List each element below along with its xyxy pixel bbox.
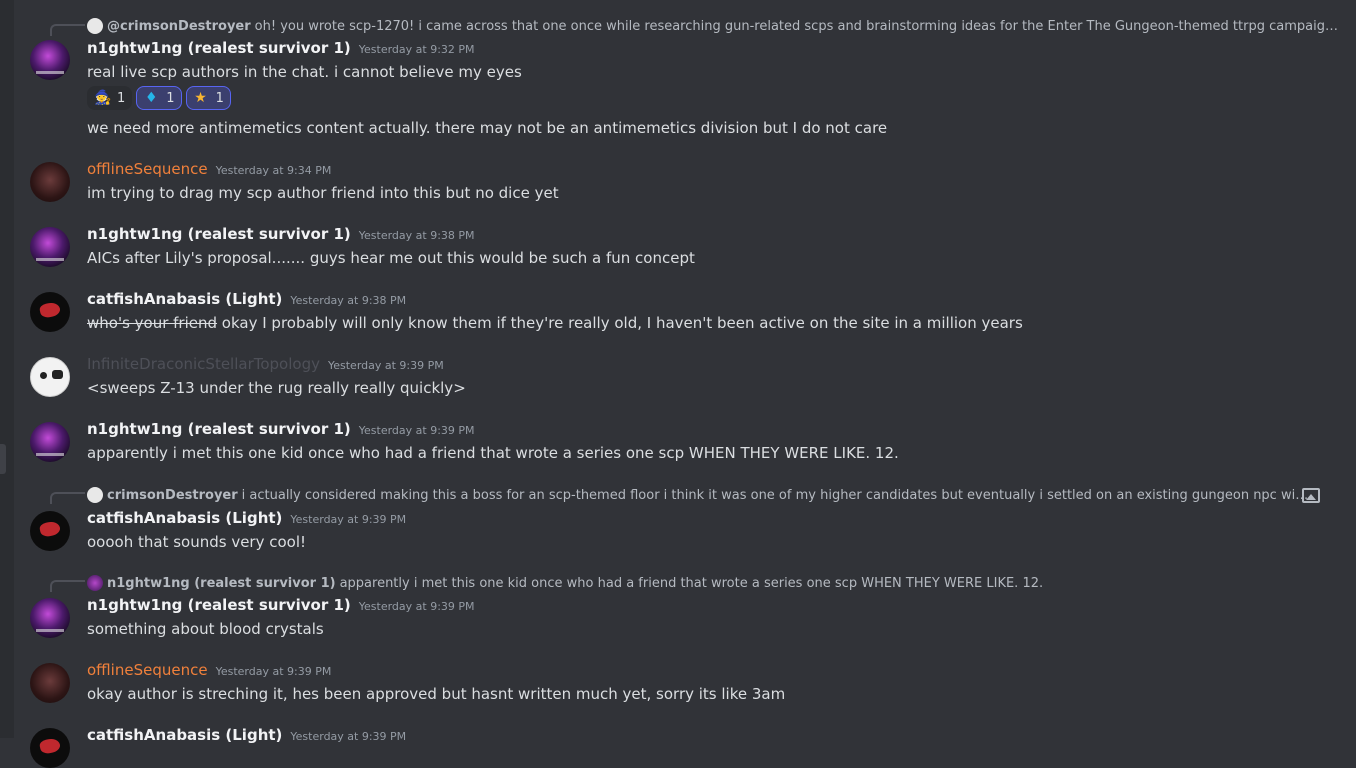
reply-spine [50, 24, 85, 36]
message-content: apparently i met this one kid once who h… [87, 444, 899, 462]
message-content: im trying to drag my scp author friend i… [87, 184, 559, 202]
username[interactable]: n1ghtw1ng (realest survivor 1) [87, 39, 351, 57]
reply-avatar [87, 18, 103, 34]
wizard-emoji-icon: 🧙 [94, 90, 112, 106]
message-content: something about blood crystals [87, 620, 324, 638]
timestamp[interactable]: Yesterday at 9:39 PM [328, 359, 444, 372]
diamond-emoji-icon: ♦ [145, 90, 158, 106]
username[interactable]: catfishAnabasis (Light) [87, 509, 282, 527]
timestamp[interactable]: Yesterday at 9:39 PM [359, 424, 475, 437]
reply-preview[interactable]: crimsonDestroyer i actually considered m… [87, 486, 1312, 504]
timestamp[interactable]: Yesterday at 9:39 PM [290, 730, 406, 743]
avatar[interactable] [30, 422, 70, 462]
avatar[interactable] [30, 162, 70, 202]
message-header: n1ghtw1ng (realest survivor 1) Yesterday… [87, 225, 475, 247]
message-header: offlineSequence Yesterday at 9:39 PM [87, 661, 331, 683]
reaction-count: 1 [215, 90, 224, 106]
avatar[interactable] [30, 292, 70, 332]
timestamp[interactable]: Yesterday at 9:34 PM [216, 164, 332, 177]
reply-author[interactable]: @crimsonDestroyer [107, 19, 251, 34]
reply-text: apparently i met this one kid once who h… [339, 575, 1044, 591]
reply-avatar [87, 487, 103, 503]
reaction-count: 1 [166, 90, 175, 106]
message-header: catfishAnabasis (Light) Yesterday at 9:3… [87, 726, 406, 748]
sidebar-resize-handle[interactable] [0, 444, 6, 474]
channel-sidebar-edge [0, 0, 14, 738]
message-content: real live scp authors in the chat. i can… [87, 63, 522, 81]
avatar[interactable] [30, 598, 70, 638]
timestamp[interactable]: Yesterday at 9:32 PM [359, 43, 475, 56]
reply-text: oh! you wrote scp-1270! i came across th… [254, 18, 1345, 34]
reply-spine [50, 580, 85, 592]
message-text: okay I probably will only know them if t… [217, 314, 1023, 332]
reaction-button[interactable]: ★ 1 [185, 86, 231, 110]
reply-preview[interactable]: n1ghtw1ng (realest survivor 1) apparentl… [87, 574, 1043, 592]
image-icon[interactable] [1302, 488, 1320, 503]
message-header: n1ghtw1ng (realest survivor 1) Yesterday… [87, 420, 475, 442]
reply-spine [50, 492, 85, 504]
message-header: n1ghtw1ng (realest survivor 1) Yesterday… [87, 596, 475, 618]
reply-author[interactable]: crimsonDestroyer [107, 488, 238, 503]
avatar[interactable] [30, 40, 70, 80]
avatar[interactable] [30, 357, 70, 397]
username[interactable]: offlineSequence [87, 661, 208, 679]
reaction-bar: 🧙 1 ♦ 1 ★ 1 [87, 86, 231, 110]
message-header: InfiniteDraconicStellarTopology Yesterda… [87, 355, 444, 377]
reaction-button[interactable]: ♦ 1 [136, 86, 182, 110]
username[interactable]: n1ghtw1ng (realest survivor 1) [87, 420, 351, 438]
reaction-count: 1 [117, 90, 126, 106]
strikethrough-text: who's your friend [87, 314, 218, 332]
avatar[interactable] [30, 663, 70, 703]
username[interactable]: offlineSequence [87, 160, 208, 178]
username[interactable]: InfiniteDraconicStellarTopology [87, 355, 320, 373]
avatar[interactable] [30, 227, 70, 267]
reply-text: i actually considered making this a boss… [241, 487, 1312, 503]
message-content: <sweeps Z-13 under the rug really really… [87, 379, 466, 397]
reply-author[interactable]: n1ghtw1ng (realest survivor 1) [107, 576, 336, 591]
timestamp[interactable]: Yesterday at 9:39 PM [216, 665, 332, 678]
message-header: catfishAnabasis (Light) Yesterday at 9:3… [87, 290, 406, 312]
username[interactable]: n1ghtw1ng (realest survivor 1) [87, 225, 351, 243]
message-content: ooooh that sounds very cool! [87, 533, 307, 551]
avatar[interactable] [30, 728, 70, 768]
message-header: n1ghtw1ng (realest survivor 1) Yesterday… [87, 39, 475, 61]
timestamp[interactable]: Yesterday at 9:39 PM [359, 600, 475, 613]
message-header: catfishAnabasis (Light) Yesterday at 9:3… [87, 509, 406, 531]
message-feed: @crimsonDestroyer oh! you wrote scp-1270… [14, 0, 1356, 768]
avatar[interactable] [30, 511, 70, 551]
timestamp[interactable]: Yesterday at 9:38 PM [290, 294, 406, 307]
message-content: AICs after Lily's proposal....... guys h… [87, 249, 695, 267]
timestamp[interactable]: Yesterday at 9:39 PM [290, 513, 406, 526]
reply-avatar [87, 575, 103, 591]
username[interactable]: catfishAnabasis (Light) [87, 290, 282, 308]
username[interactable]: catfishAnabasis (Light) [87, 726, 282, 744]
message-content: okay author is streching it, hes been ap… [87, 685, 786, 703]
timestamp[interactable]: Yesterday at 9:38 PM [359, 229, 475, 242]
star-emoji-icon: ★ [194, 90, 207, 106]
message-content: who's your friend okay I probably will o… [87, 312, 1023, 334]
reply-preview[interactable]: @crimsonDestroyer oh! you wrote scp-1270… [87, 17, 1345, 35]
username[interactable]: n1ghtw1ng (realest survivor 1) [87, 596, 351, 614]
reaction-button[interactable]: 🧙 1 [87, 86, 133, 110]
message-header: offlineSequence Yesterday at 9:34 PM [87, 160, 331, 182]
message-content: we need more antimemetics content actual… [87, 119, 888, 137]
